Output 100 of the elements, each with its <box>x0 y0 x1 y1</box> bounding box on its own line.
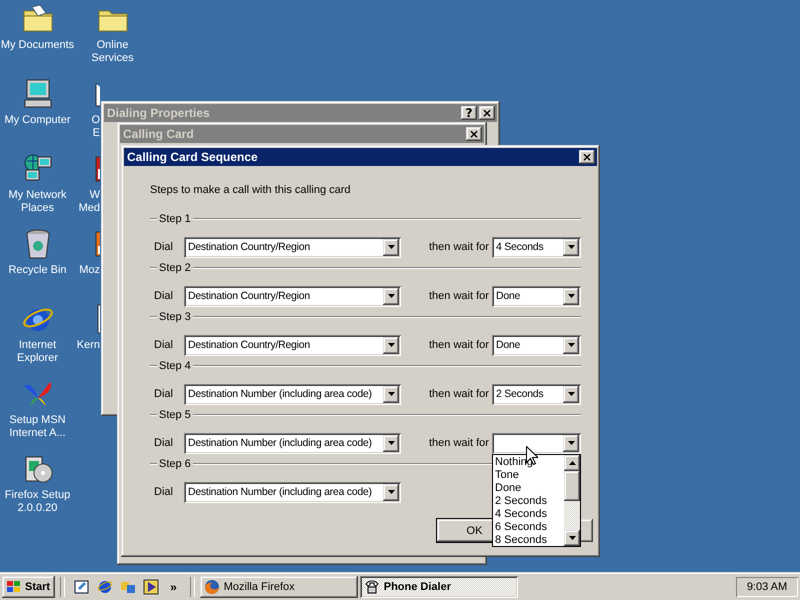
wait-label: then wait for <box>429 241 490 253</box>
overflow-chevron[interactable]: » <box>166 580 181 594</box>
windows-logo-icon <box>6 580 22 594</box>
icon-label[interactable]: Services <box>91 52 134 65</box>
dropdown-value: Destination Country/Region <box>188 290 311 302</box>
dropdown-arrow-button[interactable] <box>563 434 579 452</box>
icon-label[interactable]: Places <box>20 202 54 215</box>
wait-label: then wait for <box>429 290 490 302</box>
icon-label[interactable]: Firefox Setup <box>4 489 70 502</box>
dial-label: Dial <box>154 486 174 498</box>
caret-icon <box>568 245 574 249</box>
dropdown-arrow-button[interactable] <box>383 386 399 402</box>
icon-label[interactable]: O <box>91 114 100 127</box>
scroll-thumb[interactable] <box>564 470 580 500</box>
wait-dropdown[interactable]: Done <box>492 286 581 306</box>
phone-icon <box>364 579 380 595</box>
dropdown-value: Destination Country/Region <box>188 241 311 253</box>
dropdown-arrow-button[interactable] <box>563 336 579 354</box>
dropdown-option[interactable]: Nothing <box>493 456 564 468</box>
wait-dropdown[interactable]: 4 Seconds <box>492 236 581 258</box>
dial-dropdown[interactable]: Destination Number (including area code) <box>184 432 401 454</box>
channels-icon[interactable] <box>120 579 136 595</box>
caret-icon <box>568 294 574 298</box>
dropdown-option[interactable]: Tone <box>493 468 564 482</box>
taskbar-button[interactable]: Mozilla Firefox <box>200 576 358 598</box>
caret-icon <box>388 294 394 298</box>
dropdown-arrow-button[interactable] <box>563 386 579 402</box>
caret-icon <box>388 392 394 396</box>
step-heading: Step 4 <box>158 360 192 372</box>
down-arrow-icon <box>568 536 576 540</box>
icon-label[interactable]: Moz <box>79 264 100 277</box>
close-button[interactable]: × <box>579 150 595 164</box>
icon-label[interactable]: W <box>90 189 100 202</box>
icon-label[interactable]: My Documents <box>0 39 74 52</box>
icon-label[interactable]: Recycle Bin <box>8 264 67 277</box>
dropdown-arrow-button[interactable] <box>563 288 579 304</box>
caret-icon <box>568 343 574 347</box>
window-title: Calling Card Sequence <box>127 150 259 164</box>
dial-dropdown[interactable]: Destination Country/Region <box>184 334 401 356</box>
scrollbar[interactable] <box>564 454 580 546</box>
scroll-down-button[interactable] <box>564 530 580 546</box>
up-arrow-icon <box>568 460 576 464</box>
wait-dropdown[interactable]: Done <box>492 334 581 356</box>
dial-dropdown[interactable]: Destination Country/Region <box>184 236 401 258</box>
icon-label[interactable]: Explorer <box>17 352 58 365</box>
caret-icon <box>388 245 394 249</box>
icon-label[interactable]: Internet <box>18 339 56 352</box>
dropdown-arrow-button[interactable] <box>383 238 399 256</box>
icon-label[interactable]: Setup MSN <box>9 414 66 427</box>
close-button[interactable]: × <box>479 106 495 120</box>
icon-label[interactable]: Internet A... <box>9 427 66 440</box>
dial-dropdown[interactable]: Destination Country/Region <box>184 286 401 306</box>
close-button[interactable]: × <box>466 127 482 141</box>
wait-label: then wait for <box>429 388 490 400</box>
icon-label[interactable]: Kern <box>76 339 100 352</box>
dropdown-arrow-button[interactable] <box>383 288 399 304</box>
dial-label: Dial <box>154 290 174 302</box>
taskbar-button[interactable]: Phone Dialer <box>360 576 518 598</box>
dropdown-arrow-button[interactable] <box>383 336 399 354</box>
help-button[interactable]: ? <box>461 106 477 120</box>
dial-dropdown[interactable]: Destination Number (including area code) <box>184 384 401 404</box>
wait-dropdown[interactable]: 2 Seconds <box>492 384 581 404</box>
globe-icon[interactable] <box>97 579 114 595</box>
caret-icon <box>568 392 574 396</box>
dropdown-arrow-button[interactable] <box>383 434 399 452</box>
icon-label[interactable]: My Network <box>8 189 67 202</box>
dropdown-value: Done <box>496 290 522 302</box>
dial-label: Dial <box>154 339 174 351</box>
dropdown-value: 4 Seconds <box>496 241 544 253</box>
play-icon[interactable] <box>143 579 160 595</box>
dial-label: Dial <box>154 388 174 400</box>
caret-icon <box>568 441 574 445</box>
window-title: Calling Card <box>123 127 195 141</box>
dropdown-option[interactable]: Done <box>493 482 564 494</box>
dropdown-value: Destination Country/Region <box>188 339 311 351</box>
clock: 9:03 AM <box>736 577 798 597</box>
icon-label[interactable]: E <box>92 127 100 140</box>
caret-icon <box>388 441 394 445</box>
desktop-icon[interactable] <box>74 579 90 595</box>
dial-label: Dial <box>154 437 174 449</box>
wait-label: then wait for <box>429 339 490 351</box>
dial-label: Dial <box>154 241 174 253</box>
dropdown-value: Done <box>496 339 522 351</box>
dropdown-value: 2 Seconds <box>496 388 544 400</box>
dropdown-option[interactable]: 2 Seconds <box>493 494 564 508</box>
dropdown-arrow-button[interactable] <box>383 484 399 500</box>
dropdown-option[interactable]: 4 Seconds <box>493 508 564 520</box>
scroll-up-button[interactable] <box>564 454 580 470</box>
step-heading: Step 5 <box>158 409 192 421</box>
dropdown-value: Destination Number (including area code) <box>188 486 373 498</box>
dropdown-arrow-button[interactable] <box>563 238 579 256</box>
dial-dropdown[interactable]: Destination Number (including area code) <box>184 482 401 502</box>
icon-label[interactable]: Online <box>96 39 128 52</box>
icon-label[interactable]: Med <box>78 202 100 215</box>
dropdown-value: Destination Number (including area code) <box>188 388 373 400</box>
icon-label[interactable]: 2.0.0.20 <box>18 502 58 515</box>
step-heading: Step 2 <box>158 262 192 274</box>
dropdown-value: Destination Number (including area code) <box>188 437 373 449</box>
icon-label[interactable]: My Computer <box>4 114 71 127</box>
start-button[interactable]: Start <box>2 576 56 598</box>
